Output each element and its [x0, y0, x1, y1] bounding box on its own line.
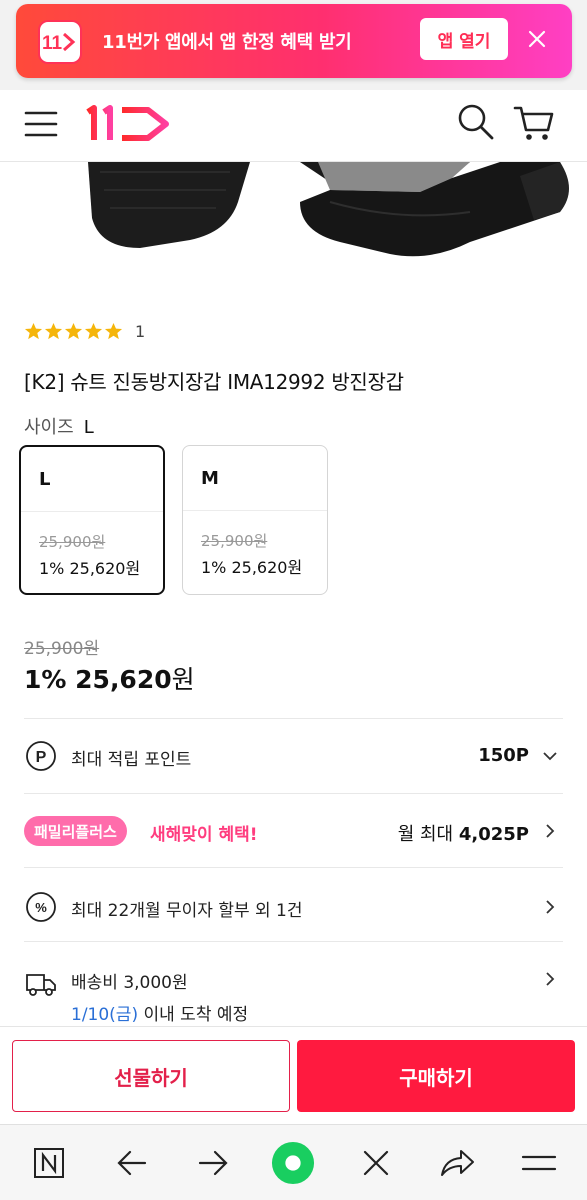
gift-button[interactable]: 선물하기 — [12, 1040, 290, 1112]
product-rating[interactable]: 1 — [24, 322, 145, 341]
option-divider — [183, 510, 327, 511]
cart-icon[interactable] — [512, 100, 556, 144]
size-option-l[interactable]: L 25,900원 1% 25,620원 — [19, 445, 165, 595]
buy-button[interactable]: 구매하기 — [297, 1040, 575, 1112]
open-app-button[interactable]: 앱 열기 — [420, 18, 508, 60]
star-icon — [24, 322, 43, 340]
divider — [24, 793, 563, 794]
family-plus-badge: 패밀리플러스 — [24, 816, 127, 846]
point-icon: P — [24, 739, 58, 773]
points-value: 150P — [478, 745, 529, 766]
browser-nav-bar — [0, 1124, 587, 1200]
family-plus-value: 월 최대 4,025P — [398, 820, 529, 846]
chevron-right-icon[interactable] — [541, 970, 559, 988]
points-value-text: 150P — [478, 745, 529, 766]
naver-icon[interactable] — [27, 1141, 71, 1185]
svg-text:%: % — [35, 900, 47, 915]
promo-text: 11번가 앱에서 앱 한정 혜택 받기 — [102, 32, 352, 53]
back-arrow-icon[interactable] — [110, 1141, 154, 1185]
star-icon — [104, 322, 123, 340]
sale-price: 1% 25,620원 — [24, 660, 195, 696]
selected-size-label: 사이즈 L — [24, 413, 94, 439]
hamburger-menu-icon[interactable] — [24, 108, 58, 140]
shipping-row[interactable]: 배송비 3,000원 1/10(금) 이내 도착 예정 — [24, 968, 563, 1028]
divider — [24, 867, 563, 868]
product-image[interactable] — [0, 162, 587, 272]
points-label: 최대 적립 포인트 — [71, 750, 192, 770]
size-value: L — [83, 417, 94, 438]
truck-icon — [24, 966, 58, 1000]
review-count: 1 — [135, 322, 146, 341]
family-plus-amount: 4,025P — [458, 824, 529, 845]
shipping-fee: 배송비 3,000원 — [71, 973, 188, 993]
site-header — [0, 90, 587, 162]
option-sale-price: 1% 25,620원 — [39, 559, 141, 578]
option-sale-price: 1% 25,620원 — [201, 558, 303, 577]
star-icon — [84, 322, 103, 340]
installment-row[interactable]: % 최대 22개월 무이자 할부 외 1건 — [24, 884, 563, 930]
arrival-text: 이내 도착 예정 — [143, 1005, 249, 1025]
purchase-bar: 선물하기 구매하기 — [0, 1026, 587, 1124]
site-logo[interactable] — [82, 102, 172, 146]
size-label-text: 사이즈 — [24, 417, 74, 438]
close-icon[interactable] — [524, 26, 550, 52]
option-name: L — [39, 469, 51, 490]
star-icon — [44, 322, 63, 340]
arrival-estimate: 1/10(금) 이내 도착 예정 — [71, 1000, 248, 1025]
rating-stars — [24, 322, 123, 341]
star-icon — [64, 322, 83, 340]
installment-label: 최대 22개월 무이자 할부 외 1건 — [71, 901, 303, 921]
option-original-price: 25,900원 — [39, 533, 106, 551]
size-option-m[interactable]: M 25,900원 1% 25,620원 — [182, 445, 328, 595]
menu-icon[interactable] — [517, 1141, 561, 1185]
option-original-price: 25,900원 — [201, 532, 268, 550]
chevron-down-icon[interactable] — [541, 747, 559, 765]
app-promo-banner[interactable]: 11 11번가 앱에서 앱 한정 혜택 받기 앱 열기 — [16, 4, 572, 78]
share-icon[interactable] — [435, 1141, 479, 1185]
chevron-right-icon[interactable] — [541, 898, 559, 916]
divider — [24, 941, 563, 942]
promo-banner-area: 11 11번가 앱에서 앱 한정 혜택 받기 앱 열기 — [0, 0, 587, 90]
product-title: [K2] 슈트 진동방지장갑 IMA12992 방진장갑 — [24, 370, 404, 394]
sale-price-value: 1% 25,620 — [24, 665, 172, 694]
family-plus-promo-text: 새해맞이 혜택! — [150, 825, 258, 845]
family-plus-row[interactable]: 패밀리플러스 새해맞이 혜택! 월 최대 4,025P — [24, 808, 563, 854]
svg-text:11: 11 — [42, 33, 63, 53]
family-plus-prefix: 월 최대 — [397, 824, 454, 845]
search-icon[interactable] — [456, 102, 496, 142]
close-icon[interactable] — [354, 1141, 398, 1185]
divider — [24, 718, 563, 719]
app-logo-icon: 11 — [38, 20, 82, 64]
svg-text:P: P — [36, 749, 47, 766]
forward-arrow-icon[interactable] — [191, 1141, 235, 1185]
original-price: 25,900원 — [24, 639, 100, 659]
arrival-date: 1/10(금) — [71, 1005, 139, 1025]
home-circle-icon[interactable] — [271, 1141, 315, 1185]
option-divider — [21, 511, 163, 512]
option-name: M — [201, 468, 219, 489]
percent-icon: % — [24, 890, 58, 924]
points-row[interactable]: P 최대 적립 포인트 150P — [24, 733, 563, 779]
sale-price-unit: 원 — [171, 665, 195, 694]
chevron-right-icon[interactable] — [541, 822, 559, 840]
